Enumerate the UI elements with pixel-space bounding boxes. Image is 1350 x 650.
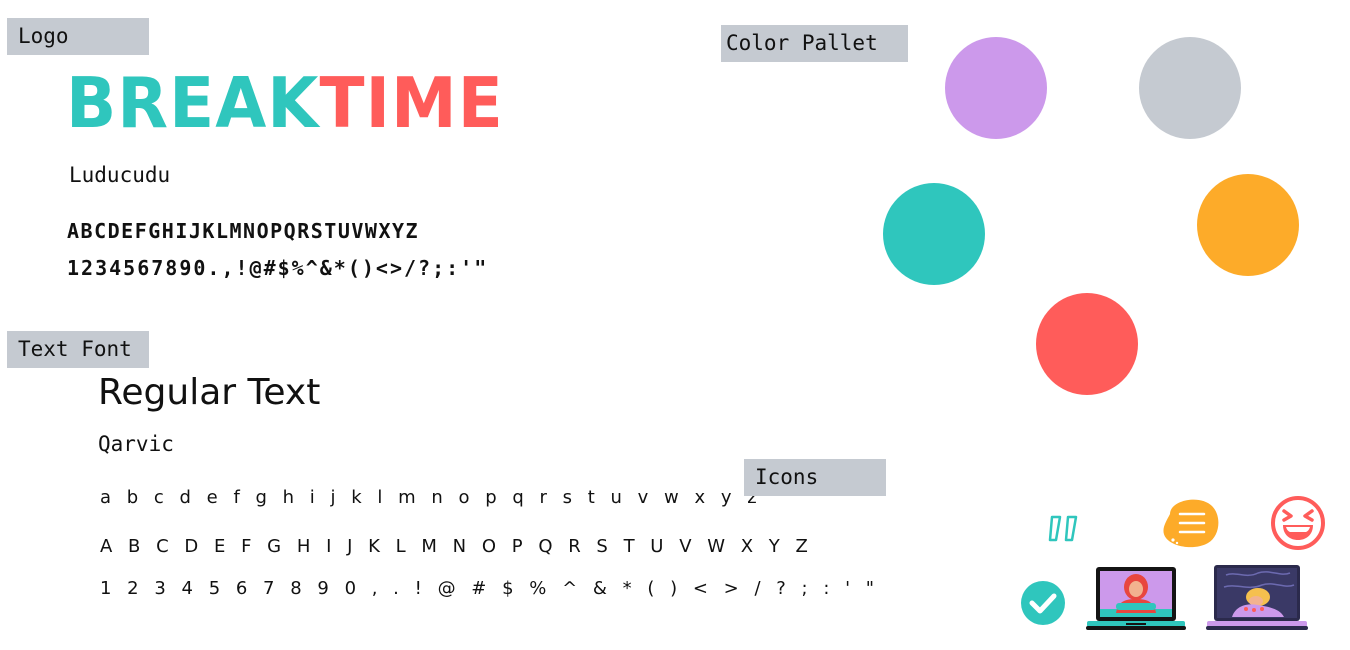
menu-blob-icon <box>1163 499 1219 548</box>
swatch-light-gray <box>1139 37 1241 139</box>
logo-section-label: Logo <box>7 18 149 55</box>
logo-word-break: BREAK <box>66 63 320 144</box>
color-palette-section-label: Color Pallet <box>721 25 908 62</box>
laptop-sleeping-icon <box>1206 565 1308 630</box>
logo-font-alphabet: ABCDEFGHIJKLMNOPQRSTUVWXYZ <box>67 219 420 243</box>
check-circle-icon <box>1021 581 1065 625</box>
breaktime-logo: BREAKTIME <box>66 62 504 146</box>
swatch-teal <box>883 183 985 285</box>
icons-section-label: Icons <box>744 459 886 496</box>
logo-word-time: TIME <box>319 63 504 144</box>
laughing-face-icon <box>1271 496 1325 550</box>
text-font-section-label: Text Font <box>7 331 149 368</box>
swatch-orange <box>1197 174 1299 276</box>
text-font-title: Regular Text <box>98 372 321 413</box>
text-font-lowercase: a b c d e f g h i j k l m n o p q r s t … <box>100 487 762 508</box>
text-font-name: Qarvic <box>98 432 174 456</box>
logo-font-name: Luducudu <box>69 163 171 187</box>
text-font-uppercase: A B C D E F G H I J K L M N O P Q R S T … <box>100 536 813 557</box>
text-font-numbers: 1 2 3 4 5 6 7 8 9 0 , . ! @ # $ % ^ & * … <box>100 578 880 599</box>
laptop-woman-icon <box>1086 567 1186 630</box>
logo-font-numbers: 1234567890.,!@#$%^&*()<>/?;:'" <box>67 256 489 280</box>
swatch-lavender <box>945 37 1047 139</box>
swatch-coral-red <box>1036 293 1138 395</box>
quote-icon <box>1048 515 1078 542</box>
